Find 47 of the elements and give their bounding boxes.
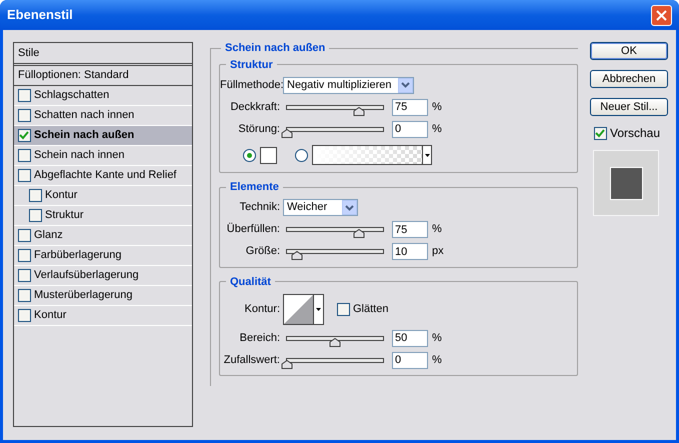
dropdown[interactable]: Weicher: [283, 199, 358, 216]
style-list-item[interactable]: Schein nach außen: [14, 126, 192, 146]
field-label: Störung:: [237, 122, 281, 137]
checkbox-label: Glätten: [353, 302, 388, 317]
value-field[interactable]: 0: [392, 352, 428, 368]
field-label: Kontur:: [244, 302, 281, 317]
style-list-item[interactable]: Schein nach innen: [14, 146, 192, 166]
dialog-button[interactable]: Neuer Stil...: [590, 98, 668, 116]
style-list-item[interactable]: Kontur: [14, 186, 192, 206]
field-label: Zufallswert:: [222, 352, 281, 368]
panel-title: Schein nach außen: [224, 41, 326, 56]
style-list-item[interactable]: Glanz: [14, 226, 192, 246]
field-label: Technik:: [238, 200, 281, 216]
unit-label: px: [432, 244, 444, 260]
value-field[interactable]: 75: [392, 98, 428, 116]
style-list-item[interactable]: Verlaufsüberlagerung: [14, 266, 192, 286]
style-list-item[interactable]: Farbüberlagerung: [14, 246, 192, 266]
style-list-item[interactable]: Kontur: [14, 306, 192, 326]
unit-label: %: [432, 330, 442, 346]
field-label: Füllmethode:: [220, 78, 283, 93]
value-field[interactable]: 75: [392, 221, 428, 238]
checkbox-label: Vorschau: [610, 125, 660, 142]
unit-label: %: [432, 222, 442, 238]
group-title: Struktur: [229, 58, 274, 72]
dialog-button[interactable]: Abbrechen: [590, 70, 668, 88]
blend-options-item[interactable]: Fülloptionen: Standard: [14, 66, 192, 86]
dialog-button[interactable]: OK: [590, 42, 668, 60]
style-list-item[interactable]: Struktur: [14, 206, 192, 226]
dropdown[interactable]: Negativ multiplizieren: [283, 76, 414, 94]
value-field[interactable]: 50: [392, 330, 428, 346]
style-list-item[interactable]: Musterüberlagerung: [14, 286, 192, 306]
field-label: Deckkraft:: [229, 100, 281, 115]
value-field[interactable]: 0: [392, 120, 428, 138]
style-list-item[interactable]: Schlagschatten: [14, 86, 192, 106]
dropdown-value: Weicher: [287, 200, 328, 216]
unit-label: %: [432, 100, 442, 115]
field-label: Bereich:: [238, 330, 281, 346]
group-title: Qualität: [229, 274, 272, 290]
style-list-item[interactable]: Abgeflachte Kante und Relief: [14, 166, 192, 186]
group-title: Elemente: [229, 180, 280, 195]
dropdown-value: Negativ multiplizieren: [287, 78, 393, 93]
unit-label: %: [432, 122, 442, 137]
field-label: Überfüllen:: [226, 222, 281, 238]
field-label: Größe:: [244, 244, 281, 260]
value-field[interactable]: 10: [392, 243, 428, 260]
window-title: Ebenenstil: [7, 6, 74, 24]
unit-label: %: [432, 352, 442, 368]
